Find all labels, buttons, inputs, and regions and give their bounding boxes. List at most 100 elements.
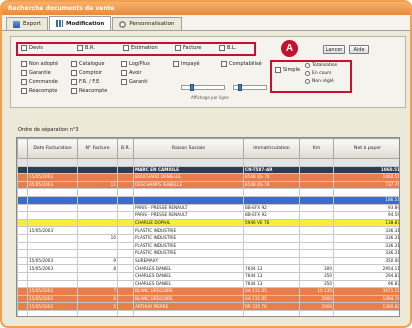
table-cell xyxy=(27,188,78,197)
table-row[interactable]: CHARLES DANIEL 7644 13 350 96.87 xyxy=(17,279,399,289)
table-row[interactable]: MARC EN CAMIULE CN-T587-AR 1060.51 xyxy=(17,165,399,175)
amount-slider[interactable] xyxy=(233,84,267,91)
table-row[interactable]: PLASTIC INDUSTRIE 336.31 xyxy=(17,249,399,258)
date-slider[interactable] xyxy=(181,84,225,91)
table-cell: 15/05/2003 xyxy=(27,173,78,182)
tab-modification[interactable]: Modification xyxy=(49,16,112,30)
table-cell: 7644 13 xyxy=(243,279,300,289)
table-row[interactable]: PARIS - PRESSE RENAULT BB-EFX 92 93.89 xyxy=(17,203,399,213)
table-cell xyxy=(117,188,134,197)
column-header[interactable]: Date Facturation xyxy=(27,138,78,159)
table-row[interactable]: PLASTIC INDUSTRIE 336.31 xyxy=(17,241,399,251)
table-cell xyxy=(17,218,28,228)
checkbox-label: Non adopté xyxy=(29,61,59,67)
table-row[interactable]: 05/05/2003 11 DESCHAMPS ISABELLE 8548 QS 78… xyxy=(17,180,399,190)
table-cell: CHARLES DANIEL xyxy=(133,279,244,289)
checkbox-box[interactable] xyxy=(121,79,127,85)
table-row[interactable]: CHARLIE DOPHIL 5946 VE 78 138.87 xyxy=(17,218,399,228)
option-checkbox[interactable]: F.R. / F.E. xyxy=(71,79,101,85)
table-cell xyxy=(17,188,28,197)
checkbox-box[interactable] xyxy=(71,79,77,85)
checkbox-box[interactable] xyxy=(21,61,27,67)
checkbox-box[interactable] xyxy=(121,61,127,67)
checkbox-box[interactable] xyxy=(221,61,227,67)
table-cell: 10 135 xyxy=(299,287,334,296)
column-header[interactable]: Net à payer xyxy=(333,138,399,159)
table-row[interactable]: 15/05/2003 9 SUREMAXY 350.00 xyxy=(17,256,399,266)
checkbox-box[interactable] xyxy=(121,70,127,76)
column-header[interactable]: Immatriculation xyxy=(243,138,300,159)
checkbox-box[interactable] xyxy=(21,70,27,76)
table-cell xyxy=(299,256,334,266)
option-checkbox[interactable]: Comptabilisé xyxy=(221,61,262,67)
checkbox-box[interactable] xyxy=(173,61,179,67)
tab-label: Export xyxy=(23,21,42,27)
table-cell xyxy=(299,173,334,182)
table-row[interactable]: 15/05/2003 8 CHARLES DANIEL 7644 13 300 2954.… xyxy=(17,264,399,273)
tab-export[interactable]: Export xyxy=(6,17,49,30)
table-cell xyxy=(77,158,118,167)
slider-thumb[interactable] xyxy=(190,84,194,91)
slider-thumb[interactable] xyxy=(238,84,242,91)
column-header[interactable]: B.R. xyxy=(117,138,134,159)
option-checkbox[interactable]: Comptoir xyxy=(71,70,102,76)
option-checkbox[interactable]: Garantie xyxy=(21,70,51,76)
table-cell xyxy=(299,188,334,197)
option-checkbox[interactable]: Catalogue xyxy=(71,61,104,67)
table-cell xyxy=(17,287,28,296)
table-cell: 05/05/2003 xyxy=(27,180,78,190)
checkbox-box[interactable] xyxy=(21,79,27,85)
option-checkbox[interactable]: Réacompte xyxy=(21,88,57,94)
checkbox-box[interactable] xyxy=(21,88,27,94)
checkbox-box[interactable] xyxy=(71,61,77,67)
checkbox-box[interactable] xyxy=(71,70,77,76)
table-row[interactable]: CHARLES DANIEL 7644 13 350 294.87 xyxy=(17,271,399,281)
slider-caption: Affichage par ligne xyxy=(191,95,229,100)
table-row[interactable]: 186.51 xyxy=(17,195,399,205)
table-row[interactable] xyxy=(17,158,399,167)
option-checkbox[interactable]: Non adopté xyxy=(21,61,58,67)
column-header[interactable] xyxy=(17,138,28,159)
table-row[interactable]: 15/05/2003 BOUCHARD DANIELLE 8548 QS 78 106… xyxy=(17,173,399,182)
table-cell: 15/05/2003 xyxy=(27,302,78,311)
table-row[interactable] xyxy=(17,188,399,197)
table-cell: 7 xyxy=(77,287,118,296)
table-cell xyxy=(77,203,118,213)
checkbox-label: Avoir xyxy=(129,70,142,76)
table-cell: 1060.51 xyxy=(333,173,399,182)
table-cell: 94.59 xyxy=(333,211,399,220)
option-checkbox[interactable]: Garanti xyxy=(121,79,148,85)
option-checkbox[interactable]: Commande xyxy=(21,79,58,85)
table-cell: 15/05/2003 xyxy=(27,264,78,273)
option-checkbox[interactable]: Impayé xyxy=(173,61,200,67)
checkbox-label: Commande xyxy=(29,79,58,85)
tab-personnalisation[interactable]: Personnalisation xyxy=(112,17,182,30)
table-cell: 8548 QS 78 xyxy=(243,173,300,182)
table-cell: PLASTIC INDUSTRIE xyxy=(133,226,244,235)
table-row[interactable]: 10 PLASTIC INDUSTRIE 336.31 xyxy=(17,233,399,243)
table-cell xyxy=(299,233,334,243)
column-header[interactable]: Km xyxy=(299,138,334,159)
table-row[interactable]: 15/05/2003 6 BLANC GREGOIRE AA 111 05 2000 13… xyxy=(17,294,399,304)
help-button[interactable]: Aide xyxy=(349,45,369,54)
table-row[interactable] xyxy=(17,309,399,316)
table-cell xyxy=(133,188,244,197)
checkbox-label: Catalogue xyxy=(79,61,105,67)
column-header[interactable]: N° Facture xyxy=(77,138,118,159)
table-row[interactable]: PARIS - PRESSE RENAULT BB-EFX 92 94.59 xyxy=(17,211,399,220)
table-cell xyxy=(299,195,334,205)
option-checkbox[interactable]: Réacompte xyxy=(71,88,107,94)
table-cell xyxy=(243,158,300,167)
table-cell: 15/05/2003 xyxy=(27,294,78,304)
column-header[interactable]: Raison Sociale xyxy=(133,138,244,159)
table-cell xyxy=(117,165,134,175)
table-cell xyxy=(133,195,244,205)
search-button[interactable]: Lancer xyxy=(323,45,345,54)
checkbox-box[interactable] xyxy=(71,88,77,94)
option-checkbox[interactable]: Log/Plus xyxy=(121,61,150,67)
table-row[interactable]: 15/05/2003 7 BLANC GREGOIRE AA 111 05 10 135… xyxy=(17,287,399,296)
option-checkbox[interactable]: Avoir xyxy=(121,70,142,76)
table-cell xyxy=(133,158,244,167)
table-row[interactable]: 15/05/2003 PLASTIC INDUSTRIE 336.31 xyxy=(17,226,399,235)
table-row[interactable]: 15/05/2003 5 ARTHUR PIERRE BR 335 76 2000 130… xyxy=(17,302,399,311)
